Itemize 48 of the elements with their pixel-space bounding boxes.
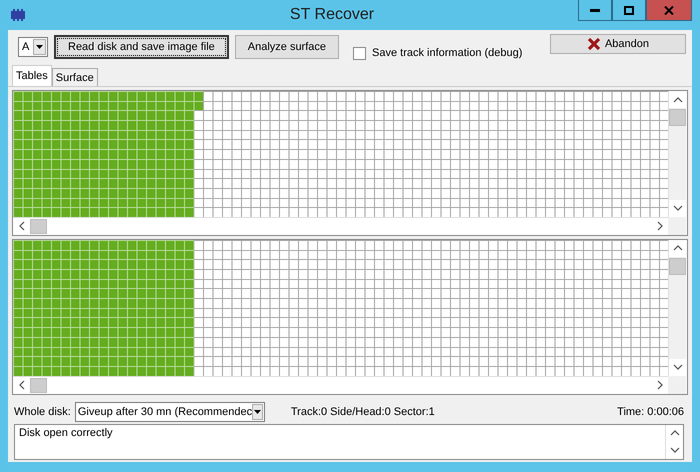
checkbox[interactable] xyxy=(353,46,366,60)
dropdown-arrow-icon xyxy=(254,410,261,414)
checkbox-label: Save track information (debug) xyxy=(372,47,522,59)
horizontal-scrollbar[interactable] xyxy=(13,216,668,235)
scroll-thumb[interactable] xyxy=(669,258,686,275)
chevron-left-icon xyxy=(18,221,26,232)
scroll-down-button[interactable] xyxy=(669,358,686,376)
vertical-scrollbar[interactable] xyxy=(668,240,686,376)
horizontal-scrollbar[interactable] xyxy=(13,376,668,394)
chevron-down-icon xyxy=(672,204,682,212)
minimize-icon xyxy=(590,8,600,12)
elapsed-time: Time: 0:00:06 xyxy=(617,406,684,418)
log-line: Disk open correctly xyxy=(19,426,114,439)
tab[interactable]: Tables xyxy=(12,65,52,86)
chevron-up-icon xyxy=(670,429,680,438)
whole-disk-label: Whole disk: xyxy=(14,406,71,418)
scrollbar-corner xyxy=(668,376,686,394)
scroll-thumb[interactable] xyxy=(669,109,686,126)
minimize-button[interactable] xyxy=(578,0,612,21)
drive-dropdown[interactable]: A xyxy=(18,37,48,57)
chevron-right-icon xyxy=(656,221,664,232)
tab[interactable]: Surface xyxy=(52,68,98,86)
cross-icon xyxy=(586,37,601,51)
close-button[interactable] xyxy=(646,0,692,21)
position-text: Track:0 Side/Head:0 Sector:1 xyxy=(290,406,435,418)
vertical-scrollbar[interactable] xyxy=(668,91,686,217)
chevron-left-icon xyxy=(18,380,26,390)
scroll-down-button[interactable] xyxy=(669,200,686,217)
scroll-up-button[interactable] xyxy=(669,91,686,108)
dropdown-arrow-icon xyxy=(36,45,43,49)
action-button[interactable]: Analyze surface xyxy=(234,35,340,59)
window-title: ST Recover xyxy=(288,6,376,24)
giveup-dropdown[interactable]: Giveup after 30 mn (Recommendec xyxy=(74,402,265,422)
maximize-button[interactable] xyxy=(612,0,646,21)
scroll-thumb[interactable] xyxy=(30,378,47,393)
close-icon xyxy=(664,6,674,14)
app-icon xyxy=(10,8,26,22)
maximize-icon xyxy=(624,6,634,14)
chevron-up-icon xyxy=(672,244,682,252)
chevron-down-icon xyxy=(670,446,680,454)
scrollbar-corner xyxy=(668,216,686,235)
abandon-button[interactable]: Abandon xyxy=(550,34,686,54)
chevron-up-icon xyxy=(672,96,682,104)
scroll-thumb[interactable] xyxy=(30,218,47,234)
action-button[interactable]: Read disk and save image file xyxy=(54,35,229,59)
chevron-down-icon xyxy=(672,363,682,372)
scroll-up-button[interactable] xyxy=(669,240,686,257)
chevron-right-icon xyxy=(656,380,664,390)
